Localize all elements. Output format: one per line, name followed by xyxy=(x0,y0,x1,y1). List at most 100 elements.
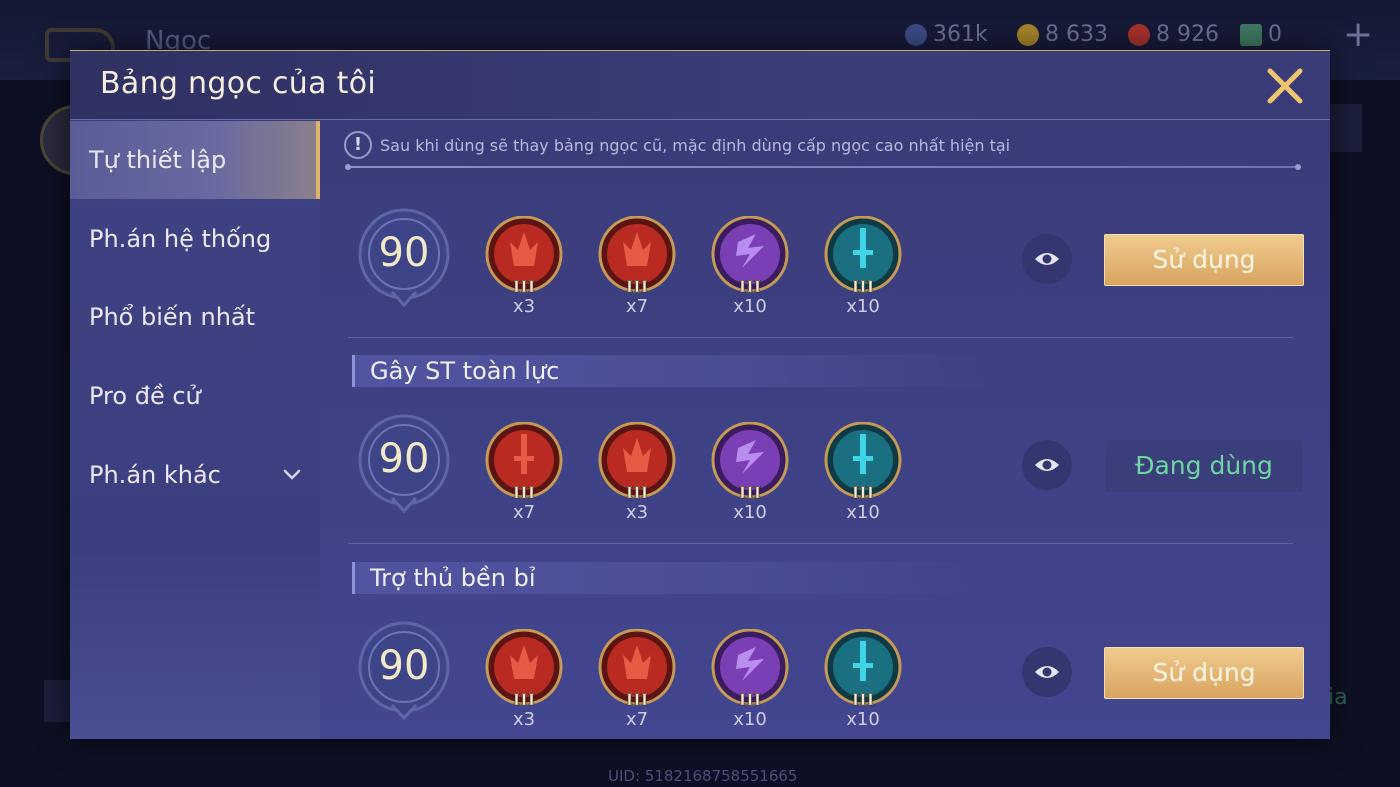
gem-tier: III xyxy=(626,690,648,709)
uid-label: UID: 5182168758551665 xyxy=(608,767,798,785)
eye-icon xyxy=(1035,666,1059,678)
notice: ! Sau khi dùng sẽ thay bảng ngọc cũ, mặc… xyxy=(344,131,1010,159)
gem-tier: III xyxy=(513,690,535,709)
gem-count: x7 xyxy=(512,502,536,523)
sidebar: Tự thiết lập Ph.án hệ thống Phổ biến nhấ… xyxy=(70,121,320,739)
divider xyxy=(348,543,1293,544)
purple-lightning-gem-icon: III xyxy=(711,629,789,709)
my-gem-boards-modal: Bảng ngọc của tôi Tự thiết lập Ph.án hệ … xyxy=(70,50,1330,739)
purple-lightning-gem-icon: III xyxy=(711,216,789,296)
close-icon xyxy=(1267,68,1303,104)
divider xyxy=(345,164,1301,170)
gem-count: x10 xyxy=(846,296,880,317)
in-use-label: Đang dùng xyxy=(1106,440,1302,492)
gem-slot[interactable]: III x10 xyxy=(710,629,790,730)
use-button[interactable]: Sử dụng xyxy=(1104,234,1304,286)
background-text: ia xyxy=(1328,685,1348,710)
red-claw-gem-icon: III xyxy=(598,629,676,709)
gem-tier: III xyxy=(852,483,874,502)
gem-tier: III xyxy=(513,277,535,296)
gem-tier: III xyxy=(739,277,761,296)
resource-gold: 8 633 xyxy=(1017,22,1108,47)
preview-button[interactable] xyxy=(1022,647,1072,697)
gem-tier: III xyxy=(852,277,874,296)
resource-value: 0 xyxy=(1268,22,1282,47)
level-value: 90 xyxy=(378,643,430,689)
gem-count: x10 xyxy=(846,502,880,523)
gem-tier: III xyxy=(626,483,648,502)
level-value: 90 xyxy=(378,230,430,276)
sidebar-item-label: Ph.án khác xyxy=(89,461,221,489)
resource-value: 8 926 xyxy=(1156,22,1219,47)
resource-card: 0 xyxy=(1240,22,1282,47)
gem-slot[interactable]: III x7 xyxy=(597,216,677,317)
use-button[interactable]: Sử dụng xyxy=(1104,647,1304,699)
close-button[interactable] xyxy=(1264,65,1306,107)
modal-header: Bảng ngọc của tôi xyxy=(70,51,1330,120)
gem-count: x3 xyxy=(625,502,649,523)
teal-sword-gem-icon: III xyxy=(824,216,902,296)
sidebar-item-pro[interactable]: Pro đề cử xyxy=(70,357,320,435)
sidebar-item-label: Tự thiết lập xyxy=(89,146,227,174)
gem-tier: III xyxy=(739,483,761,502)
gem-slot[interactable]: III x10 xyxy=(823,422,903,523)
preview-button[interactable] xyxy=(1022,440,1072,490)
gem-slot[interactable]: III x3 xyxy=(484,629,564,730)
add-resource-button[interactable]: + xyxy=(1343,14,1373,55)
purple-lightning-gem-icon: III xyxy=(711,422,789,502)
gem-tier: III xyxy=(626,277,648,296)
sidebar-item-system[interactable]: Ph.án hệ thống xyxy=(70,200,320,278)
teal-sword-gem-icon: III xyxy=(824,422,902,502)
gem-slot[interactable]: III x3 xyxy=(484,216,564,317)
gem-slot[interactable]: III x10 xyxy=(823,629,903,730)
sidebar-item-label: Phổ biến nhất xyxy=(89,303,256,331)
gem-set-row: 90 III x7 III x3 III x10 III x10 Đang dùng xyxy=(320,404,1330,524)
group-title: Gây ST toàn lực xyxy=(352,355,992,387)
gem-count: x7 xyxy=(625,296,649,317)
gem-slot[interactable]: III x10 xyxy=(710,216,790,317)
background-side-tab xyxy=(1330,104,1362,152)
gem-count: x3 xyxy=(512,709,536,730)
group-title: Trợ thủ bền bỉ xyxy=(352,562,992,594)
gem-slot[interactable]: III x10 xyxy=(710,422,790,523)
sidebar-item-popular[interactable]: Phổ biến nhất xyxy=(70,278,320,356)
level-badge: 90 xyxy=(356,414,452,514)
dust-icon xyxy=(905,23,927,46)
level-badge: 90 xyxy=(356,208,452,308)
notice-text: Sau khi dùng sẽ thay bảng ngọc cũ, mặc đ… xyxy=(380,135,1011,155)
eye-icon xyxy=(1035,253,1059,265)
card-icon xyxy=(1240,23,1262,46)
resource-red-gem: 8 926 xyxy=(1128,22,1219,47)
resource-dust: 361k xyxy=(905,22,988,47)
gem-slot[interactable]: III x10 xyxy=(823,216,903,317)
gem-count: x7 xyxy=(625,709,649,730)
gem-set-row: 90 III x3 III x7 III x10 III x10 Sử dụng xyxy=(320,198,1330,318)
gem-slot[interactable]: III x7 xyxy=(484,422,564,523)
gold-coin-icon xyxy=(1017,23,1039,46)
warning-icon: ! xyxy=(344,131,372,159)
eye-icon xyxy=(1035,459,1059,471)
gem-set-row: 90 III x3 III x7 III x10 III x10 Sử dụng xyxy=(320,611,1330,731)
sidebar-item-other[interactable]: Ph.án khác xyxy=(70,436,320,514)
red-sword-gem-icon: III xyxy=(485,422,563,502)
modal-title: Bảng ngọc của tôi xyxy=(100,66,376,101)
gem-count: x10 xyxy=(733,296,767,317)
preview-button[interactable] xyxy=(1022,234,1072,284)
gem-count: x3 xyxy=(512,296,536,317)
divider xyxy=(348,337,1293,338)
red-claw-gem-icon: III xyxy=(598,216,676,296)
sidebar-item-custom[interactable]: Tự thiết lập xyxy=(70,121,320,199)
gem-slot[interactable]: III x7 xyxy=(597,629,677,730)
chevron-down-icon xyxy=(283,469,301,480)
gem-tier: III xyxy=(513,483,535,502)
gem-count: x10 xyxy=(846,709,880,730)
red-gem-icon xyxy=(1128,23,1150,46)
sidebar-item-label: Ph.án hệ thống xyxy=(89,225,272,253)
red-claw-gem-icon: III xyxy=(598,422,676,502)
sidebar-item-label: Pro đề cử xyxy=(89,382,201,410)
resource-value: 361k xyxy=(933,22,988,47)
gem-count: x10 xyxy=(733,709,767,730)
gem-board-list[interactable]: ! Sau khi dùng sẽ thay bảng ngọc cũ, mặc… xyxy=(320,121,1330,739)
red-claw-gem-icon: III xyxy=(485,216,563,296)
gem-slot[interactable]: III x3 xyxy=(597,422,677,523)
